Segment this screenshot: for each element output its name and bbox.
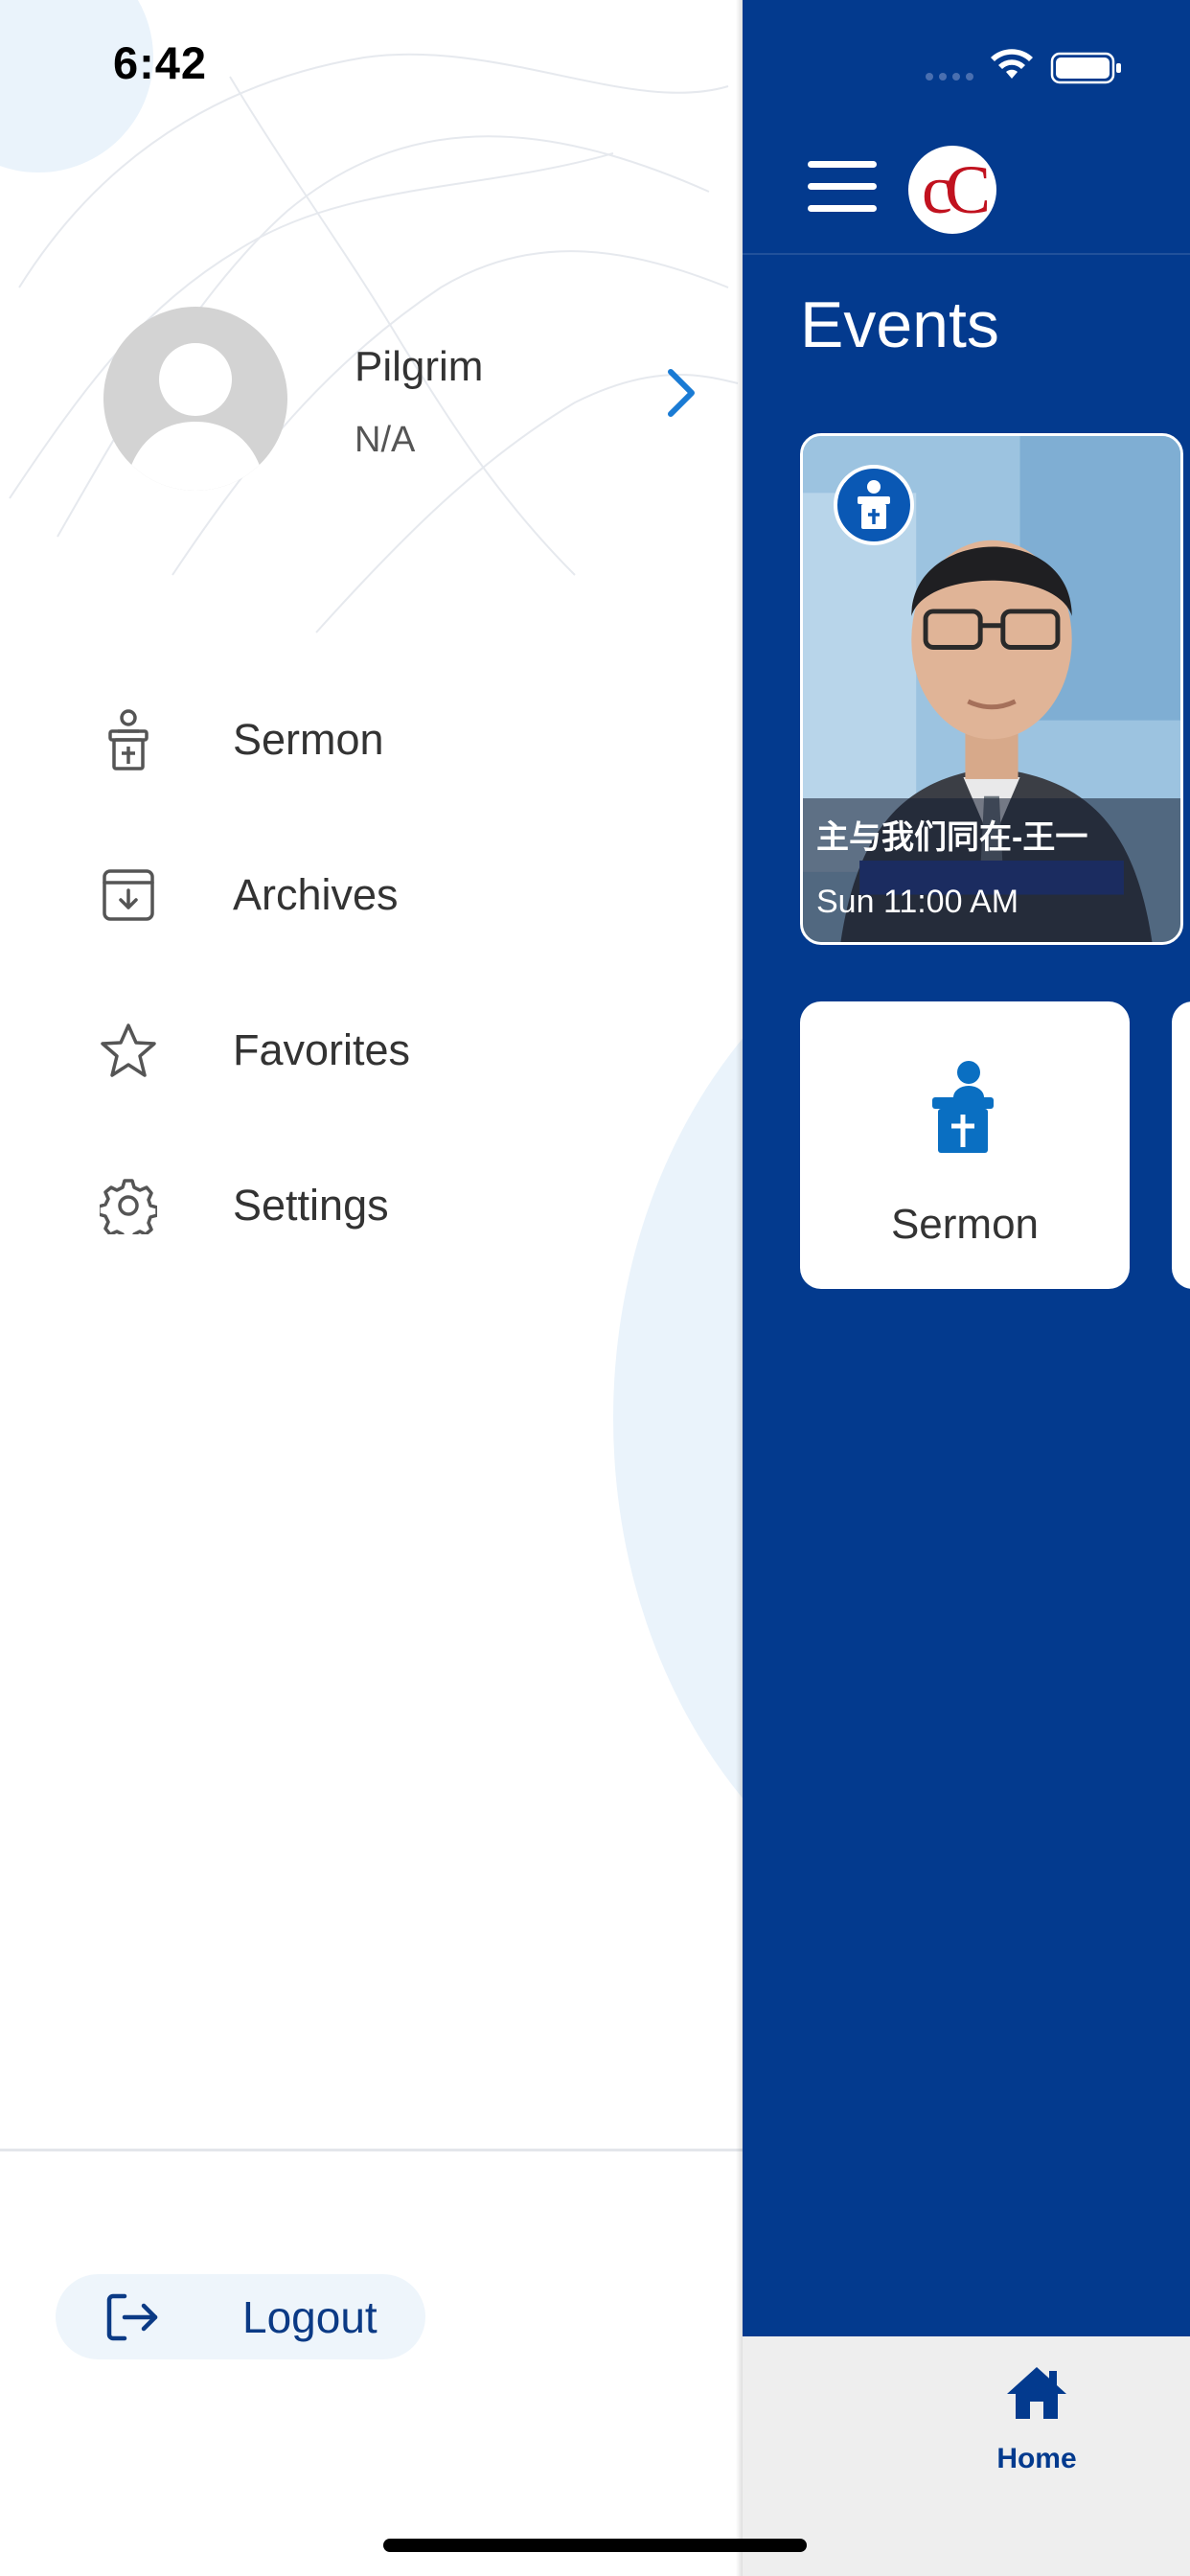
divider xyxy=(0,2149,743,2151)
menu-item-label: Sermon xyxy=(233,715,384,764)
menu-item-archives[interactable]: Archives xyxy=(96,847,690,943)
menu-item-label: Archives xyxy=(233,870,399,919)
menu-item-settings[interactable]: Settings xyxy=(96,1158,690,1254)
logout-label: Logout xyxy=(242,2291,378,2342)
event-card[interactable]: 主与我们同在-王一 Sun 11:00 AM xyxy=(800,433,1183,945)
side-drawer: 6:42 Pilgrim N/A Sermon Archives Favorit… xyxy=(0,0,743,2576)
wifi-icon xyxy=(991,49,1033,79)
tab-home-label: Home xyxy=(996,2443,1077,2474)
pulpit-icon xyxy=(932,1061,994,1153)
status-bar-icons xyxy=(926,49,1121,84)
menu-item-label: Favorites xyxy=(233,1025,411,1074)
menu-hamburger-icon[interactable] xyxy=(808,161,877,215)
chevron-right-icon[interactable] xyxy=(661,364,699,422)
main-screen[interactable]: cC Events 主与我们同在-王一 Sun 11:00 AM Sermon … xyxy=(743,0,1190,2576)
profile-subtitle: N/A xyxy=(355,420,416,460)
tab-bar: Home xyxy=(743,2336,1190,2576)
event-title: 主与我们同在-王一 xyxy=(816,819,1088,856)
menu-item-favorites[interactable]: Favorites xyxy=(96,1002,690,1098)
tile-sermon[interactable]: Sermon xyxy=(800,1001,1130,1289)
tile-next-partial[interactable] xyxy=(1172,1001,1190,1289)
avatar[interactable] xyxy=(103,307,287,491)
menu-item-sermon[interactable]: Sermon xyxy=(96,692,690,788)
menu-item-label: Settings xyxy=(233,1181,389,1230)
star-icon xyxy=(96,1018,161,1083)
tab-home[interactable]: Home xyxy=(974,2363,1099,2475)
header-divider xyxy=(743,253,1190,255)
home-icon xyxy=(1007,2367,1066,2419)
logout-icon xyxy=(103,2288,161,2346)
battery-icon xyxy=(1050,52,1121,84)
events-heading: Events xyxy=(800,288,999,361)
status-bar-time: 6:42 xyxy=(113,37,208,88)
event-time: Sun 11:00 AM xyxy=(816,884,1019,920)
app-logo: cC xyxy=(908,146,996,234)
home-indicator xyxy=(383,2539,807,2552)
pulpit-icon xyxy=(96,707,161,772)
logout-button[interactable]: Logout xyxy=(56,2274,425,2359)
gear-icon xyxy=(96,1173,161,1238)
archive-icon xyxy=(96,862,161,928)
user-placeholder-icon xyxy=(125,343,266,491)
tile-label: Sermon xyxy=(890,1201,1040,1248)
profile-name: Pilgrim xyxy=(355,343,484,390)
pulpit-icon xyxy=(834,465,914,545)
